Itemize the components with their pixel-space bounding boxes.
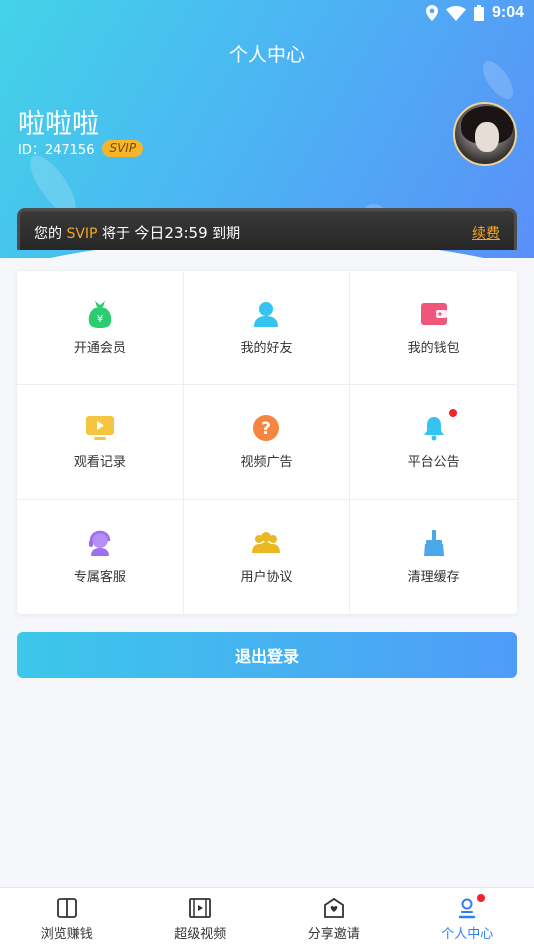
play-screen-icon [85,413,115,443]
user-id-row: ID：247156 SVIP [18,139,144,158]
battery-icon [473,5,484,21]
tab-super-video[interactable]: 超级视频 [134,888,268,949]
status-bar: 9:04 [0,0,534,28]
grid-item-label: 开通会员 [73,341,126,357]
notification-dot [476,894,485,902]
avatar-face [475,122,499,152]
broom-icon [419,528,449,558]
vip-prefix: 您的 [34,226,62,242]
grid-item-clear-cache[interactable]: 清理缓存 [350,500,517,614]
tab-personal-center[interactable]: 个人中心 [401,888,534,949]
vip-expire-time: 今日23:59 [134,224,208,242]
grid-item-my-wallet[interactable]: 我的钱包 [350,271,517,386]
tab-browse-earn[interactable]: 浏览赚钱 [0,888,134,949]
grid-item-open-vip[interactable]: ¥ 开通会员 [17,271,184,386]
user-icon [251,299,281,329]
wallet-icon [419,299,449,329]
group-icon [251,528,281,558]
notification-dot [448,409,457,418]
grid-item-label: 用户协议 [240,570,293,586]
vip-middle: 将于 [101,226,130,242]
grid-item-watch-history[interactable]: 观看记录 [17,385,184,500]
tab-label: 浏览赚钱 [40,926,93,942]
grid-item-label: 清理缓存 [407,570,460,586]
grid-item-label: 平台公告 [407,455,460,471]
vip-level: SVIP [66,226,98,242]
tab-label: 超级视频 [174,926,227,942]
grid-item-label: 观看记录 [73,455,126,471]
function-grid: ¥ 开通会员 我的好友 我的钱包 观看记录 ? 视频广告 平台公告 专属客服 用… [17,271,517,614]
svg-text:?: ? [262,419,272,439]
svip-badge: SVIP [102,140,144,157]
vip-expiry-banner: 您的 SVIP 将于 今日23:59 到期 续费 [17,208,517,250]
user-id: ID：247156 [18,143,95,158]
tab-share-invite[interactable]: 分享邀请 [267,888,401,949]
question-icon: ? [251,413,281,443]
grid-item-video-ads[interactable]: ? 视频广告 [183,385,351,500]
status-time: 9:04 [491,4,524,21]
book-icon [56,897,77,918]
renew-link[interactable]: 续费 [472,223,500,243]
wifi-icon [445,5,466,21]
grid-item-customer-service[interactable]: 专属客服 [17,499,184,614]
vip-suffix: 到期 [212,226,241,242]
headset-icon [85,528,115,558]
tab-label: 个人中心 [441,926,494,942]
grid-item-label: 视频广告 [240,455,293,471]
grid-item-announcements[interactable]: 平台公告 [350,385,517,500]
grid-item-label: 我的好友 [240,341,293,357]
grid-item-label: 我的钱包 [407,341,460,357]
tab-label: 分享邀请 [307,926,360,942]
profile-icon [459,898,476,918]
bottom-tab-bar: 浏览赚钱 超级视频 分享邀请 个人中心 [0,887,534,949]
svg-text:¥: ¥ [97,314,103,325]
grid-item-user-agreement[interactable]: 用户协议 [184,499,351,614]
heart-envelope-icon [323,897,344,918]
vip-expiry-text: 您的 SVIP 将于 今日23:59 到期 [34,222,240,243]
user-name: 啦啦啦 [18,109,99,140]
money-bag-icon: ¥ [85,299,115,329]
page-title: 个人中心 [228,44,305,66]
location-icon [425,5,438,21]
film-icon [189,897,212,918]
bell-icon [419,409,457,443]
grid-item-my-friends[interactable]: 我的好友 [183,271,351,386]
avatar[interactable] [453,102,517,166]
grid-item-label: 专属客服 [73,570,126,586]
logout-button[interactable]: 退出登录 [17,632,517,678]
